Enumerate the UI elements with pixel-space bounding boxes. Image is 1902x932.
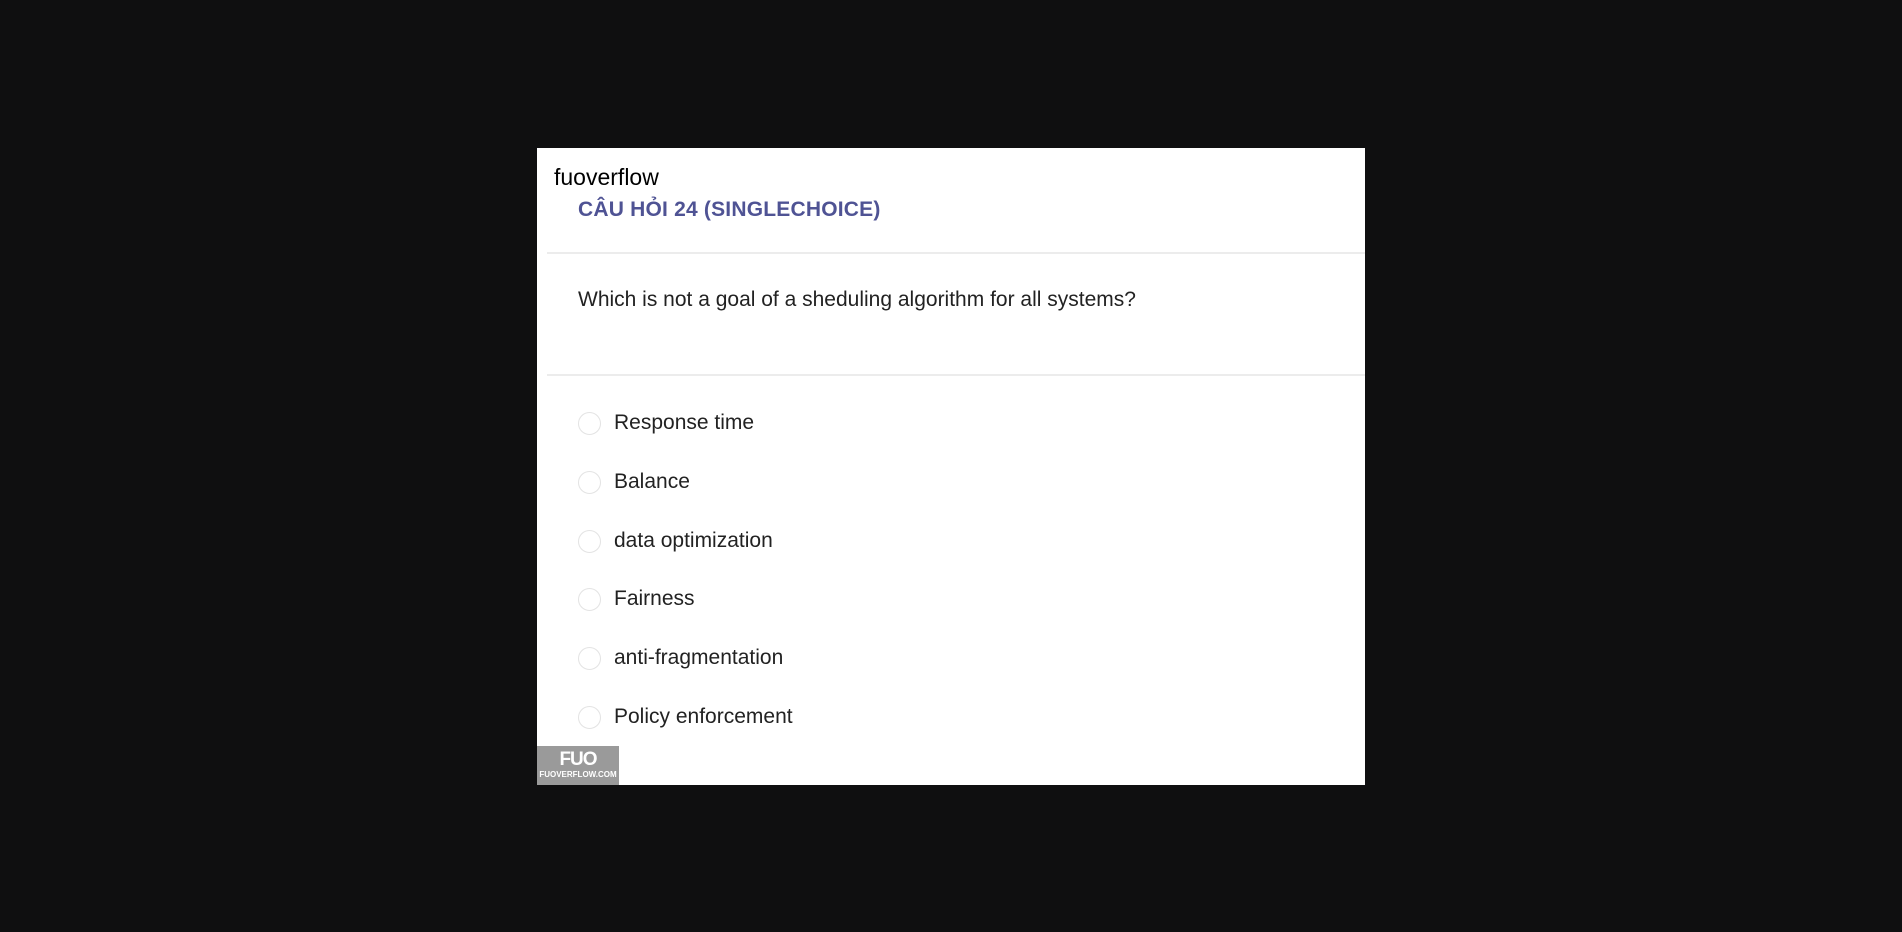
fuoverflow-logo: FUO FUOVERFLOW.COM <box>537 746 619 785</box>
divider <box>547 374 1365 376</box>
radio-button[interactable] <box>578 587 601 611</box>
option-policy-enforcement[interactable]: Policy enforcement <box>578 702 793 732</box>
option-label: anti-fragmentation <box>614 646 784 669</box>
radio-button[interactable] <box>578 411 601 435</box>
divider <box>547 252 1365 254</box>
option-label: Balance <box>614 470 690 493</box>
option-label: Fairness <box>614 587 695 610</box>
logo-mark: FUO <box>559 749 597 770</box>
option-response-time[interactable]: Response time <box>578 408 754 438</box>
option-fairness[interactable]: Fairness <box>578 584 695 614</box>
radio-button[interactable] <box>578 705 601 729</box>
brand-label: fuoverflow <box>554 164 659 190</box>
option-anti-fragmentation[interactable]: anti-fragmentation <box>578 643 783 673</box>
option-label: Response time <box>614 411 755 434</box>
option-data-optimization[interactable]: data optimization <box>578 526 773 556</box>
radio-button[interactable] <box>578 470 601 494</box>
question-card: fuoverflow CÂU HỎI 24 (SINGLECHOICE) Whi… <box>537 148 1365 785</box>
option-label: Policy enforcement <box>614 705 793 728</box>
radio-button[interactable] <box>578 646 601 670</box>
radio-button[interactable] <box>578 529 601 553</box>
question-header: CÂU HỎI 24 (SINGLECHOICE) <box>578 198 881 221</box>
option-balance[interactable]: Balance <box>578 467 690 497</box>
logo-site: FUOVERFLOW.COM <box>539 770 617 779</box>
option-label: data optimization <box>614 529 773 552</box>
question-text: Which is not a goal of a sheduling algor… <box>578 288 1136 311</box>
